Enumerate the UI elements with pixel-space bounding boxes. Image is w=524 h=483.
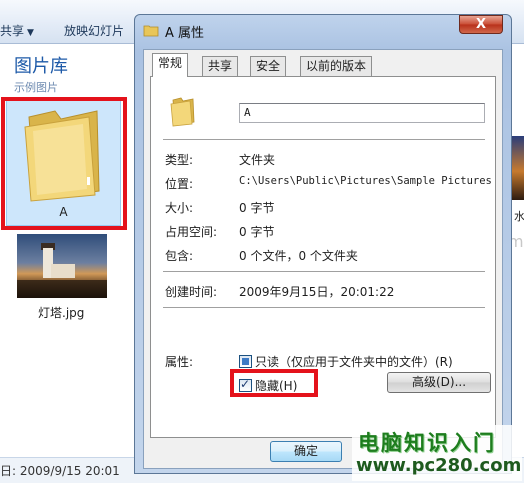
- contains-value: 0 个文件，0 个文件夹: [239, 249, 358, 263]
- dialog-title: A 属性: [165, 26, 205, 41]
- folder-large-icon: [170, 97, 195, 127]
- library-header: 图片库 示例图片: [14, 52, 68, 95]
- folder-highlight-box: [1, 97, 127, 230]
- created-label: 创建时间:: [165, 285, 218, 299]
- slideshow-button[interactable]: 放映幻灯片: [64, 22, 124, 39]
- watermark-url: www.pc280.com: [356, 455, 522, 476]
- site-watermark: 电脑知识入门 www.pc280.com: [352, 425, 522, 481]
- size-label: 大小:: [165, 201, 194, 215]
- general-tab-panel: A 类型: 文件夹 位置: C:\Users\Public\Pictures\S…: [150, 76, 496, 438]
- separator: [163, 307, 485, 308]
- lighthouse-thumbnail[interactable]: [17, 234, 107, 298]
- advanced-button[interactable]: 高级(D)...: [387, 372, 491, 393]
- size-on-disk-value: 0 字节: [239, 225, 275, 239]
- partial-thumbnail[interactable]: [512, 136, 524, 200]
- share-menu-button[interactable]: 共享 ▼: [0, 22, 34, 39]
- size-on-disk-label: 占用空间:: [165, 225, 218, 239]
- folder-small-icon: [143, 25, 159, 37]
- folder-name-input[interactable]: A: [239, 103, 485, 123]
- type-value: 文件夹: [239, 153, 276, 167]
- created-value: 2009年9月15日，20:01:22: [239, 285, 395, 299]
- dialog-body: 常规 共享 安全 以前的版本 A 类型: 文件夹 位置: C:\Users\Pu…: [143, 49, 503, 469]
- dialog-titlebar[interactable]: A 属性 X: [135, 15, 511, 45]
- readonly-checkbox-box[interactable]: [239, 355, 252, 368]
- dropdown-arrow-icon: ▼: [27, 28, 34, 38]
- hidden-highlight-box: [230, 369, 318, 397]
- partial-file-label: 水: [514, 210, 524, 223]
- attributes-label: 属性:: [165, 355, 194, 369]
- size-value: 0 字节: [239, 201, 275, 215]
- readonly-label: 只读（仅应用于文件夹中的文件）(R): [255, 355, 453, 369]
- library-subtitle: 示例图片: [14, 81, 58, 94]
- separator: [163, 271, 485, 272]
- library-title: 图片库: [14, 56, 68, 77]
- lighthouse-house: [51, 264, 75, 278]
- lighthouse-file-label: 灯塔.jpg: [38, 306, 85, 320]
- tab-general[interactable]: 常规: [152, 53, 189, 77]
- separator: [163, 139, 485, 140]
- watermark-title: 电脑知识入门: [358, 431, 496, 455]
- properties-dialog: A 属性 X 常规 共享 安全 以前的版本 A 类型: 文件夹 位置: C:\U…: [134, 14, 512, 474]
- tab-security[interactable]: 安全: [250, 56, 287, 76]
- share-menu-label: 共享: [0, 24, 25, 38]
- readonly-checkbox[interactable]: 只读（仅应用于文件夹中的文件）(R): [239, 353, 453, 369]
- tab-share[interactable]: 共享: [202, 56, 239, 76]
- close-button[interactable]: X: [459, 15, 503, 34]
- date-taken-text: 日: 2009/9/15 20:01: [0, 464, 120, 478]
- lighthouse-trees: [17, 280, 107, 298]
- ok-button[interactable]: 确定: [270, 441, 342, 462]
- contains-label: 包含:: [165, 249, 194, 263]
- location-value: C:\Users\Public\Pictures\Sample Pictures: [239, 175, 492, 187]
- tab-previous-versions[interactable]: 以前的版本: [300, 56, 373, 76]
- location-label: 位置:: [165, 177, 194, 191]
- type-label: 类型:: [165, 153, 194, 167]
